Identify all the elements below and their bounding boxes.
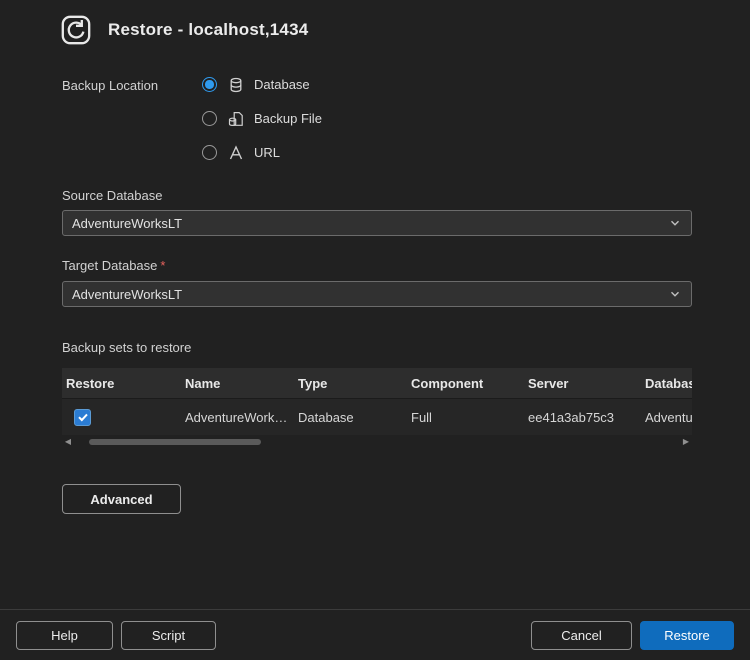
radio-button-url[interactable] (202, 145, 217, 160)
table-header-row: Restore Name Type Component Server Datab… (62, 368, 692, 398)
cell-database: AdventureWorksLT (645, 410, 692, 425)
backup-location-radio-group: Database Backup File URL (202, 72, 322, 165)
scrollbar-track[interactable] (75, 438, 679, 446)
radio-option-backup-file[interactable]: Backup File (202, 106, 322, 131)
source-database-select[interactable]: AdventureWorksLT (62, 210, 692, 236)
restore-checkbox[interactable] (74, 409, 91, 426)
scroll-left-icon[interactable]: ◀ (62, 436, 74, 448)
cell-type: Database (298, 410, 411, 425)
column-header-server[interactable]: Server (528, 376, 645, 391)
horizontal-scrollbar[interactable]: ◀ ▶ (62, 436, 692, 448)
chevron-down-icon (668, 216, 682, 230)
radio-option-url[interactable]: URL (202, 140, 322, 165)
database-icon (227, 77, 244, 93)
cancel-button[interactable]: Cancel (531, 621, 632, 650)
restore-dialog: Restore - localhost,1434 Backup Location… (0, 0, 750, 660)
backup-sets-table: Restore Name Type Component Server Datab… (62, 368, 692, 435)
radio-option-database[interactable]: Database (202, 72, 322, 97)
radio-label: URL (254, 145, 280, 160)
radio-button-database[interactable] (202, 77, 217, 92)
radio-label: Backup File (254, 111, 322, 126)
script-button[interactable]: Script (121, 621, 216, 650)
backup-location-label: Backup Location (62, 78, 158, 93)
radio-label: Database (254, 77, 310, 92)
target-database-value: AdventureWorksLT (72, 287, 182, 302)
required-marker: * (160, 258, 165, 273)
target-database-select[interactable]: AdventureWorksLT (62, 281, 692, 307)
scroll-right-icon[interactable]: ▶ (680, 436, 692, 448)
source-database-label: Source Database (62, 188, 162, 203)
cell-component: Full (411, 410, 528, 425)
source-database-value: AdventureWorksLT (72, 216, 182, 231)
target-database-label-text: Target Database (62, 258, 157, 273)
dialog-header: Restore - localhost,1434 (57, 11, 308, 49)
advanced-button[interactable]: Advanced (62, 484, 181, 514)
table-row[interactable]: AdventureWorksLT Database Full ee41a3ab7… (62, 398, 692, 435)
column-header-type[interactable]: Type (298, 376, 411, 391)
url-icon (227, 145, 244, 161)
help-button[interactable]: Help (16, 621, 113, 650)
backup-file-icon (227, 111, 244, 127)
column-header-restore[interactable]: Restore (62, 376, 185, 391)
dialog-footer: Help Script Cancel Restore (0, 609, 750, 660)
backup-sets-label: Backup sets to restore (62, 340, 191, 355)
column-header-database[interactable]: Database (645, 376, 692, 391)
restore-icon (57, 11, 95, 49)
restore-button[interactable]: Restore (640, 621, 734, 650)
cell-server: ee41a3ab75c3 (528, 410, 645, 425)
column-header-name[interactable]: Name (185, 376, 298, 391)
target-database-label: Target Database* (62, 258, 165, 273)
chevron-down-icon (668, 287, 682, 301)
scrollbar-thumb[interactable] (89, 439, 261, 445)
dialog-title: Restore - localhost,1434 (108, 20, 308, 40)
cell-name: AdventureWorksLT (185, 410, 298, 425)
column-header-component[interactable]: Component (411, 376, 528, 391)
radio-button-backup-file[interactable] (202, 111, 217, 126)
